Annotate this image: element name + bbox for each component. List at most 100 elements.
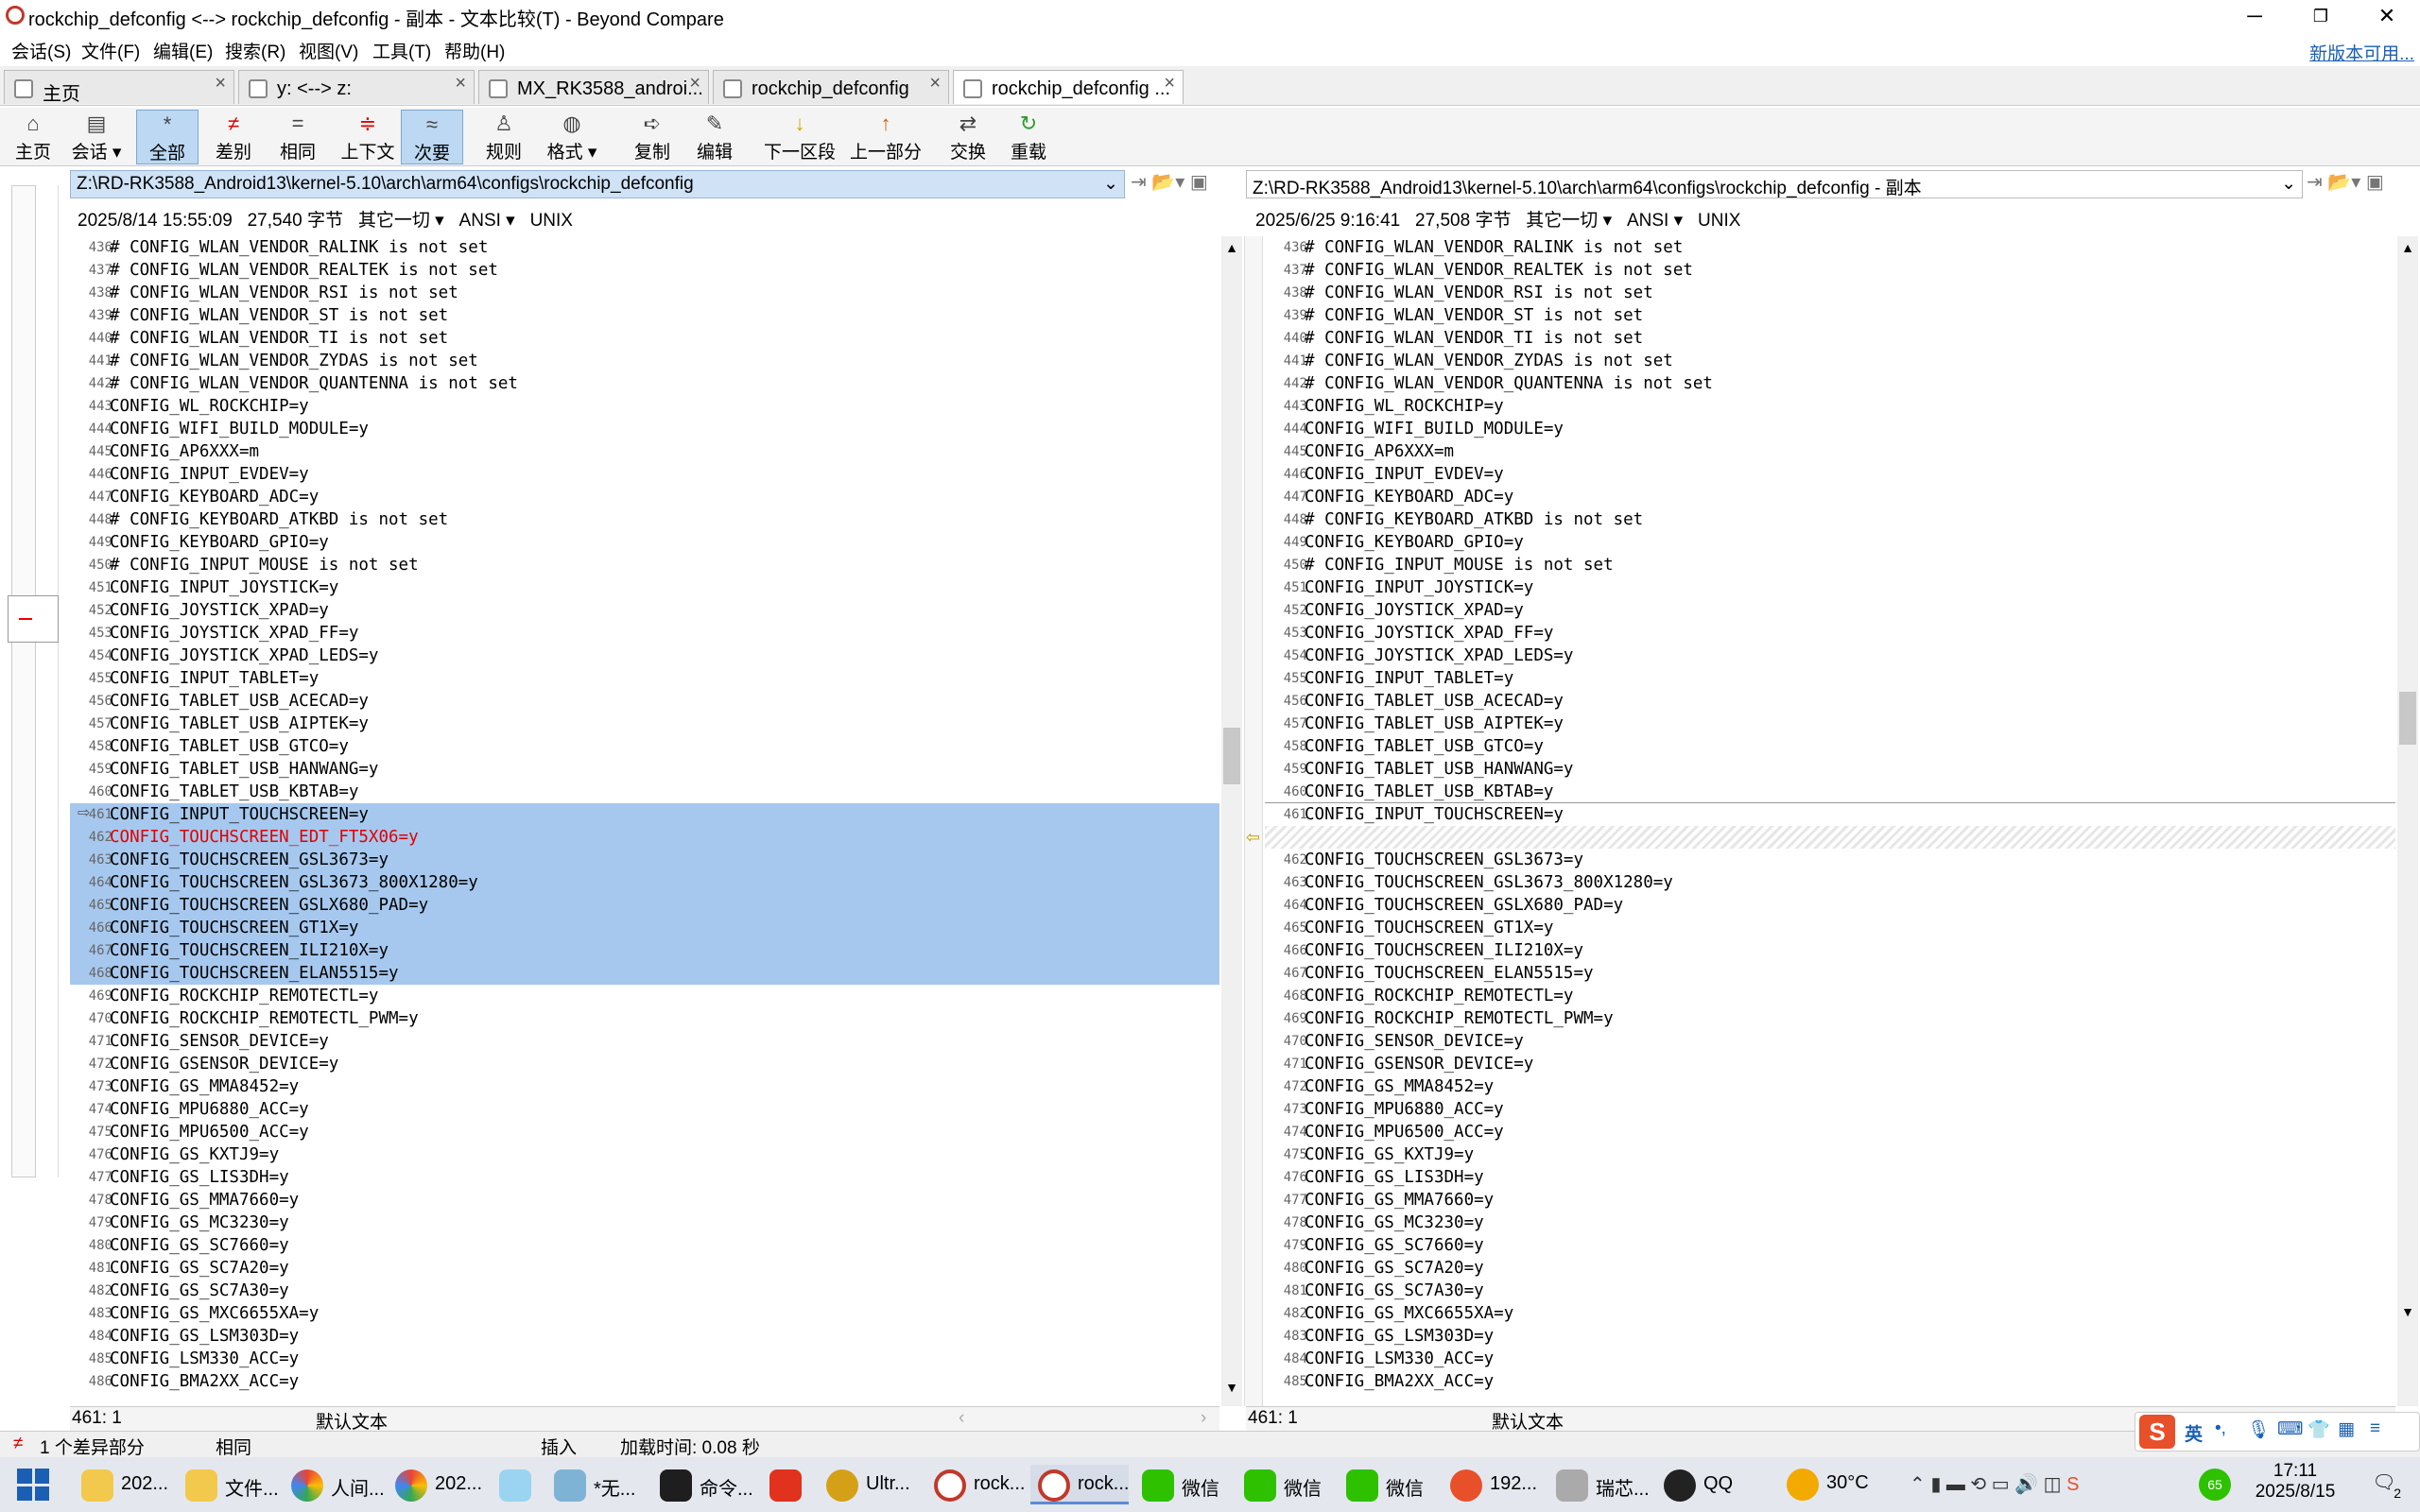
close-icon[interactable]: × (929, 73, 941, 94)
text-line[interactable]: 486 CONFIG_BMA2XX_ACC=y (70, 1370, 1219, 1393)
scroll-down-icon[interactable]: ▼ (1221, 1380, 1242, 1395)
taskbar-item[interactable] (492, 1465, 544, 1504)
new-version-link[interactable]: 新版本可用... (2309, 40, 2414, 65)
text-line[interactable]: 443 CONFIG_WL_ROCKCHIP=y (70, 395, 1219, 418)
text-line[interactable]: 470 CONFIG_ROCKCHIP_REMOTECTL_PWM=y (70, 1007, 1219, 1030)
open-folder-icon[interactable]: 📂 (2327, 172, 2351, 193)
text-line[interactable]: 436 # CONFIG_WLAN_VENDOR_RALINK is not se… (70, 236, 1219, 259)
menu-tools[interactable]: 工具(T) (372, 38, 431, 63)
scroll-right-icon[interactable]: › (1201, 1408, 1206, 1429)
text-line[interactable]: 476 CONFIG_GS_LIS3DH=y (1265, 1166, 2395, 1189)
text-line[interactable]: 460 CONFIG_TABLET_USB_KBTAB=y (1265, 781, 2395, 803)
right-scrollbar[interactable]: ▲ ▼ (2397, 236, 2418, 1406)
text-line[interactable]: 448 # CONFIG_KEYBOARD_ATKBD is not set (70, 508, 1219, 531)
text-line[interactable]: 447 CONFIG_KEYBOARD_ADC=y (1265, 486, 2395, 508)
text-line[interactable]: 458 CONFIG_TABLET_USB_GTCO=y (70, 735, 1219, 758)
toolbar-swap-button[interactable]: ⇄ 交换 (945, 110, 991, 164)
tab-text-compare-1[interactable]: rockchip_defconfig × (713, 70, 949, 104)
toolbar-all-button[interactable]: * 全部 (136, 110, 199, 164)
text-line[interactable]: 449 CONFIG_KEYBOARD_GPIO=y (1265, 531, 2395, 554)
text-line[interactable]: 450 # CONFIG_INPUT_MOUSE is not set (70, 554, 1219, 576)
text-line[interactable]: 474 CONFIG_MPU6500_ACC=y (1265, 1121, 2395, 1143)
taskbar-item[interactable] (762, 1465, 815, 1504)
right-text-pane[interactable]: 436 # CONFIG_WLAN_VENDOR_RALINK is not se… (1265, 236, 2395, 1406)
tab-folder-compare[interactable]: y: <--> z: × (238, 70, 475, 104)
text-line[interactable]: 482 CONFIG_GS_SC7A30=y (70, 1280, 1219, 1302)
text-line[interactable]: 466 CONFIG_TOUCHSCREEN_GT1X=y (70, 917, 1219, 939)
overview-viewport[interactable] (8, 595, 59, 643)
taskbar-item[interactable]: 微信 (1339, 1465, 1435, 1504)
tab-text-compare-active[interactable]: rockchip_defconfig ... × (953, 70, 1184, 104)
text-line[interactable]: 462 CONFIG_TOUCHSCREEN_EDT_FT5X06=y (70, 826, 1219, 849)
toolbox-icon[interactable]: ▦ (2338, 1418, 2355, 1440)
text-line[interactable]: 484 CONFIG_LSM330_ACC=y (1265, 1348, 2395, 1370)
toolbar-session-button[interactable]: ▤ 会话 ▾ (64, 110, 129, 164)
text-line[interactable]: 438 # CONFIG_WLAN_VENDOR_RSI is not set (1265, 282, 2395, 304)
text-line[interactable]: 468 CONFIG_TOUCHSCREEN_ELAN5515=y (70, 962, 1219, 985)
text-line[interactable]: 461 CONFIG_INPUT_TOUCHSCREEN=y (70, 803, 1219, 826)
text-line[interactable]: 467 CONFIG_TOUCHSCREEN_ILI210X=y (70, 939, 1219, 962)
text-line[interactable]: 444 CONFIG_WIFI_BUILD_MODULE=y (70, 418, 1219, 440)
text-line[interactable]: 482 CONFIG_GS_MXC6655XA=y (1265, 1302, 2395, 1325)
menu-search[interactable]: 搜索(R) (225, 38, 285, 63)
scroll-up-icon[interactable]: ▲ (1221, 240, 1242, 255)
text-line[interactable]: 460 CONFIG_TABLET_USB_KBTAB=y (70, 781, 1219, 803)
text-line[interactable]: 465 CONFIG_TOUCHSCREEN_GT1X=y (1265, 917, 2395, 939)
overview-map[interactable] (0, 185, 59, 1177)
text-line[interactable]: 454 CONFIG_JOYSTICK_XPAD_LEDS=y (70, 644, 1219, 667)
toolbar-format-button[interactable]: ◍ 格式 ▾ (539, 110, 605, 164)
tab-home[interactable]: 主页 × (4, 70, 234, 104)
scroll-thumb[interactable] (2399, 692, 2416, 745)
text-line[interactable]: 440 # CONFIG_WLAN_VENDOR_TI is not set (1265, 327, 2395, 350)
text-line[interactable]: 467 CONFIG_TOUCHSCREEN_ELAN5515=y (1265, 962, 2395, 985)
text-line[interactable]: 468 CONFIG_ROCKCHIP_REMOTECTL=y (1265, 985, 2395, 1007)
text-line[interactable]: 452 CONFIG_JOYSTICK_XPAD=y (70, 599, 1219, 622)
taskbar-item[interactable]: 192... (1443, 1465, 1543, 1504)
toolbar-context-button[interactable]: ≑ 上下文 (335, 110, 401, 164)
right-filter-dropdown[interactable]: 其它一切 ▾ (1526, 211, 1612, 231)
right-path-tools[interactable]: ⇥ 📂▾ ▣ (2307, 170, 2420, 198)
swap-path-icon[interactable]: ⇥ (1131, 172, 1147, 193)
text-line[interactable]: 485 CONFIG_BMA2XX_ACC=y (1265, 1370, 2395, 1393)
text-line[interactable]: 464 CONFIG_TOUCHSCREEN_GSL3673_800X1280=y (70, 871, 1219, 894)
tray-icons[interactable]: ⌃ ▮ ▬ ⟲ ▭ 🔊 ◫ S (1910, 1472, 2079, 1496)
toolbar-reload-button[interactable]: ↻ 重载 (1006, 110, 1051, 164)
toolbar-diffs-button[interactable]: ≠ 差别 (202, 110, 265, 164)
text-line[interactable]: 456 CONFIG_TABLET_USB_ACECAD=y (1265, 690, 2395, 713)
taskbar-item[interactable]: 命令... (652, 1465, 754, 1504)
left-scrollbar[interactable]: ▲ ▼ (1221, 236, 1242, 1406)
chevron-down-icon[interactable]: ▾ (2351, 172, 2360, 193)
text-line[interactable]: 476 CONFIG_GS_KXTJ9=y (70, 1143, 1219, 1166)
close-icon[interactable]: × (455, 73, 466, 94)
text-line[interactable]: 473 CONFIG_GS_MMA8452=y (70, 1075, 1219, 1098)
text-line[interactable]: 472 CONFIG_GSENSOR_DEVICE=y (70, 1053, 1219, 1075)
clock[interactable]: 17:11 2025/8/15 (2238, 1461, 2352, 1503)
text-line[interactable]: 441 # CONFIG_WLAN_VENDOR_ZYDAS is not set (70, 350, 1219, 372)
punctuation-icon[interactable]: •, (2215, 1418, 2226, 1439)
text-line[interactable]: 456 CONFIG_TABLET_USB_ACECAD=y (70, 690, 1219, 713)
left-path-field[interactable]: Z:\RD-RK3588_Android13\kernel-5.10\arch\… (70, 170, 1125, 198)
taskbar-item[interactable]: 文件... (178, 1465, 279, 1504)
left-encoding-dropdown[interactable]: ANSI ▾ (459, 211, 515, 231)
taskbar-item[interactable]: 202... (388, 1465, 486, 1504)
save-icon[interactable]: ▣ (2366, 172, 2384, 193)
text-line[interactable]: 457 CONFIG_TABLET_USB_AIPTEK=y (70, 713, 1219, 735)
taskbar-item[interactable]: 人间... (284, 1465, 385, 1504)
right-encoding-dropdown[interactable]: ANSI ▾ (1627, 211, 1683, 231)
taskbar-item[interactable]: 202... (74, 1465, 168, 1504)
text-line[interactable]: 473 CONFIG_MPU6880_ACC=y (1265, 1098, 2395, 1121)
skin-icon[interactable]: 👕 (2308, 1418, 2330, 1441)
text-line[interactable]: 481 CONFIG_GS_SC7A30=y (1265, 1280, 2395, 1302)
toolbar-same-button[interactable]: = 相同 (267, 110, 329, 164)
text-line[interactable]: 447 CONFIG_KEYBOARD_ADC=y (70, 486, 1219, 508)
menu-file[interactable]: 文件(F) (81, 38, 140, 63)
text-line[interactable]: 474 CONFIG_MPU6880_ACC=y (70, 1098, 1219, 1121)
close-button[interactable]: ✕ (2354, 0, 2420, 32)
text-line[interactable]: 480 CONFIG_GS_SC7A20=y (1265, 1257, 2395, 1280)
microphone-icon[interactable]: 🎙 (2247, 1418, 2270, 1441)
text-line[interactable]: 485 CONFIG_LSM330_ACC=y (70, 1348, 1219, 1370)
taskbar-item[interactable]: rock... (926, 1465, 1025, 1504)
chevron-down-icon[interactable]: ⌄ (1103, 173, 1118, 195)
text-line[interactable]: 455 CONFIG_INPUT_TABLET=y (70, 667, 1219, 690)
taskbar-item[interactable]: Ultr... (819, 1465, 917, 1504)
